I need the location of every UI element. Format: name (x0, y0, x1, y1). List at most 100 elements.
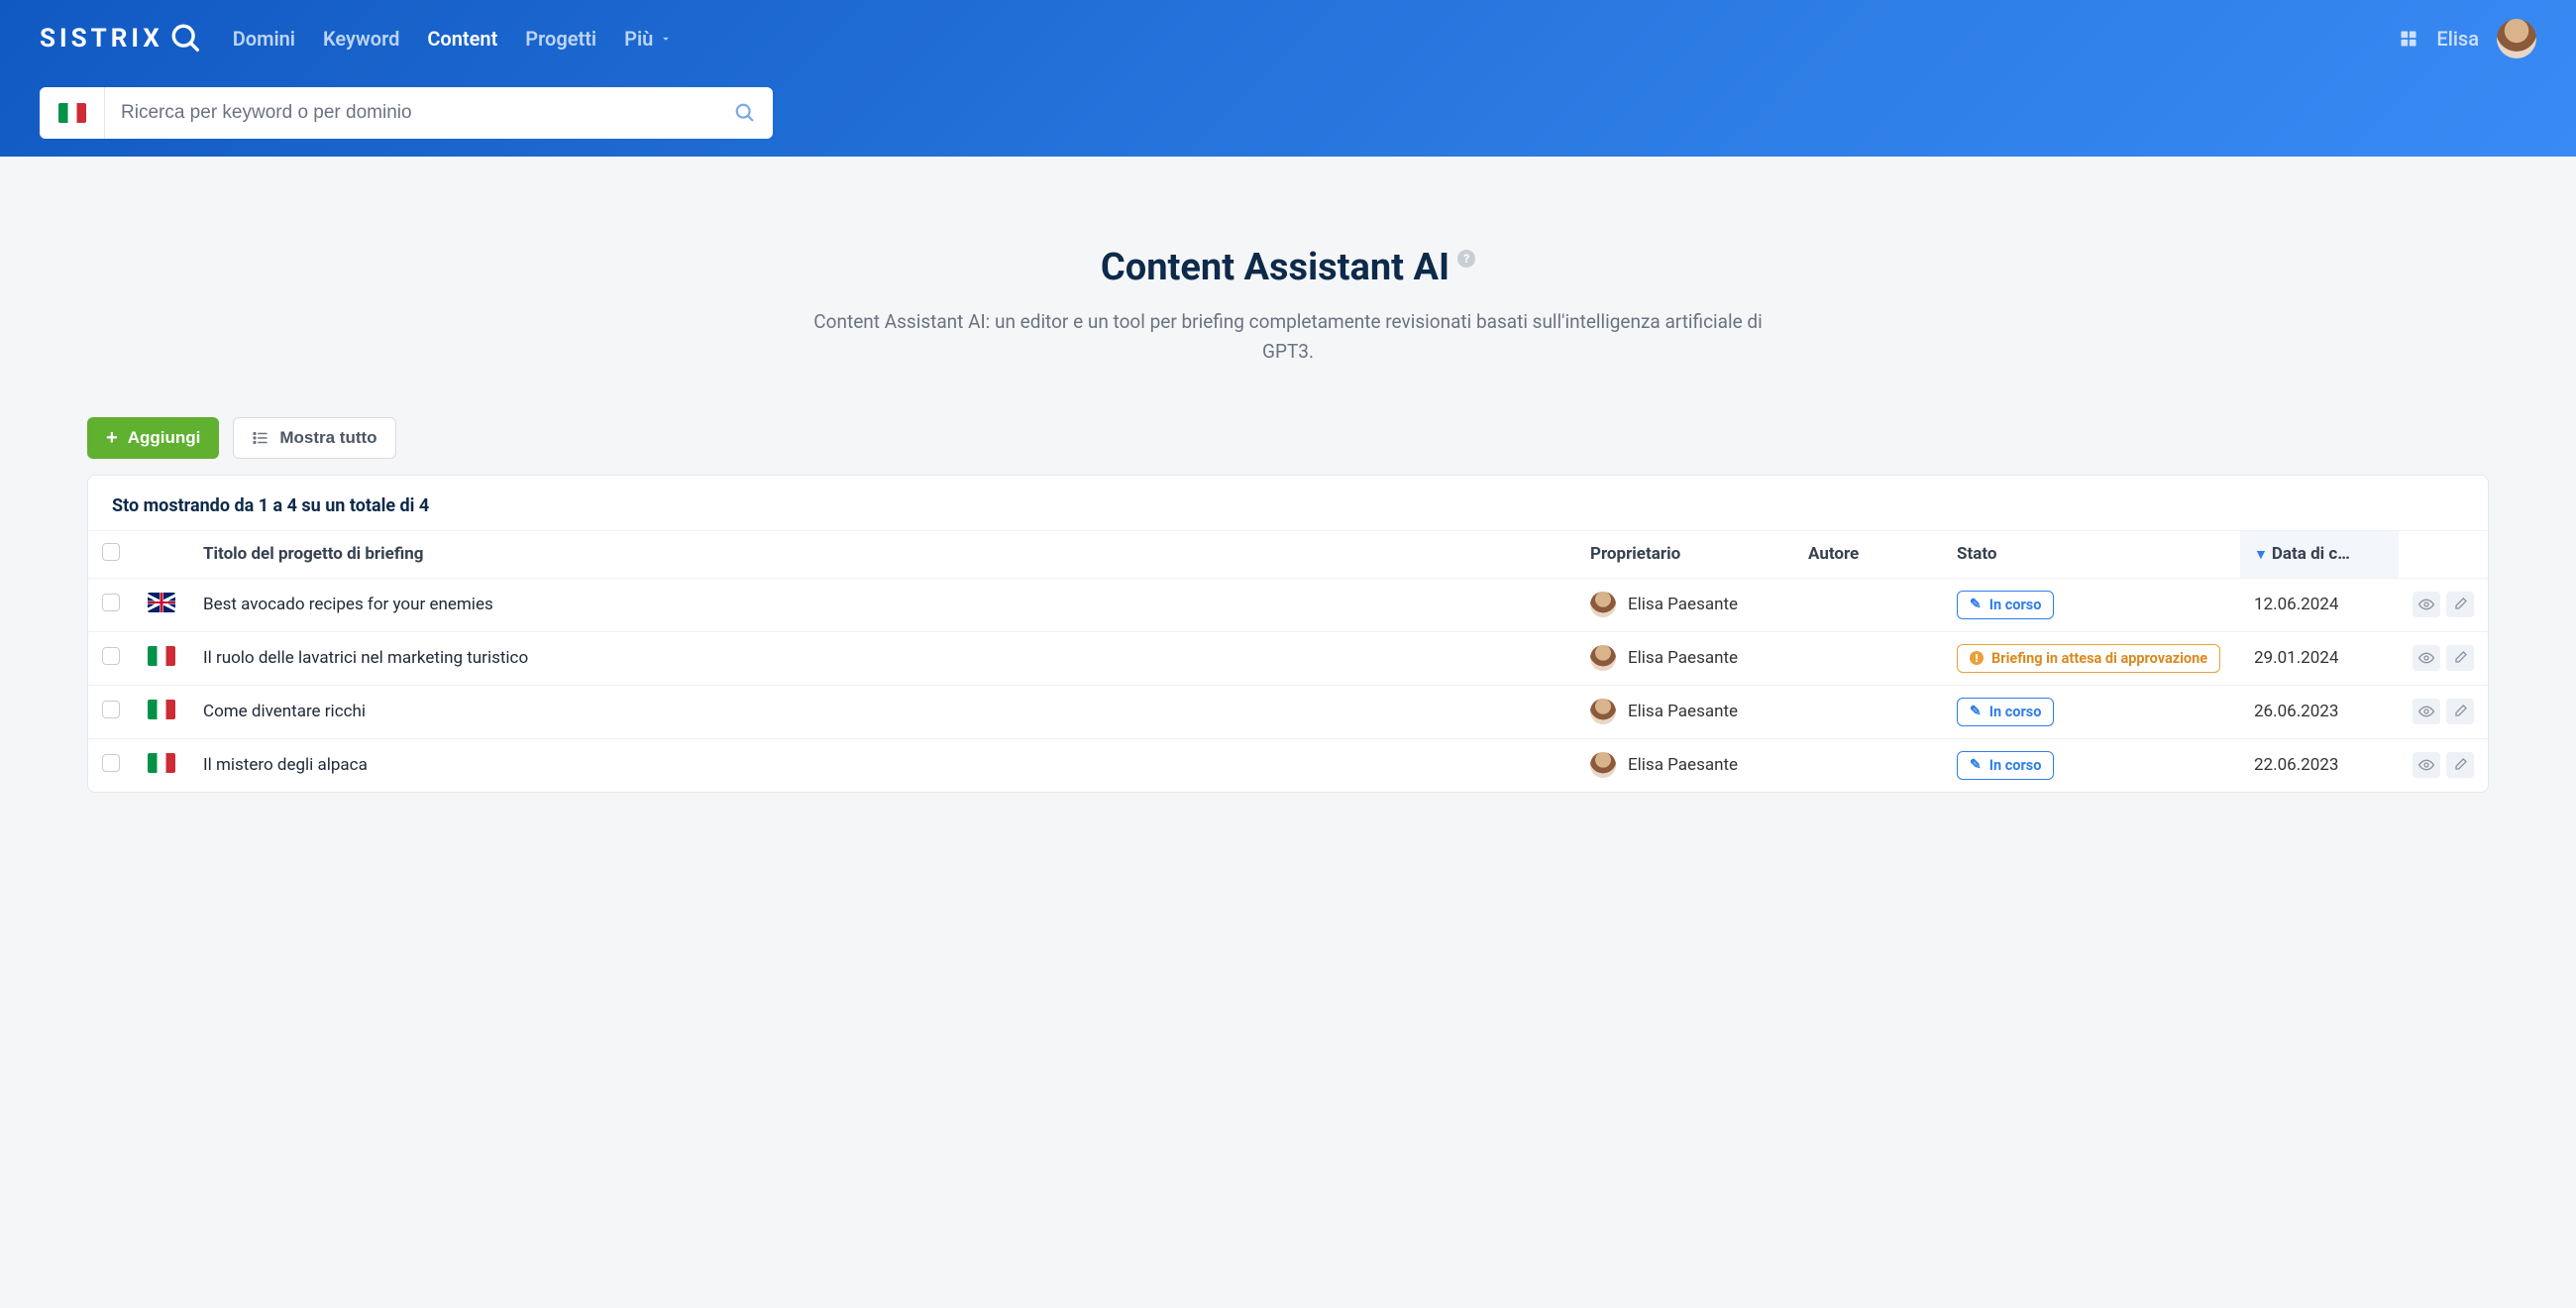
edit-button[interactable] (2446, 645, 2474, 671)
chevron-down-icon (659, 32, 673, 46)
edit-button[interactable] (2446, 752, 2474, 778)
owner-name: Elisa Paesante (1628, 648, 1738, 668)
col-author[interactable]: Autore (1794, 530, 1943, 578)
date-cell: 12.06.2024 (2240, 578, 2399, 631)
pencil-icon (2452, 597, 2468, 612)
apps-icon[interactable] (2399, 29, 2418, 49)
main-nav: Domini Keyword Content Progetti Più (233, 27, 674, 51)
pencil-icon (2452, 704, 2468, 719)
status-badge[interactable]: ✎In corso (1957, 591, 2054, 619)
show-all-button[interactable]: Mostra tutto (233, 417, 395, 459)
pencil-icon (2452, 650, 2468, 666)
brand-text: SISTRIX (40, 24, 163, 54)
view-button[interactable] (2413, 752, 2440, 778)
row-checkbox[interactable] (102, 701, 120, 718)
table-row: Il mistero degli alpaca Elisa Paesante ✎ In… (88, 738, 2488, 792)
owner-avatar (1590, 645, 1616, 671)
nav-progetti[interactable]: Progetti (525, 27, 596, 51)
flag-it-icon (58, 103, 86, 123)
table-summary: Sto mostrando da 1 a 4 su un totale di 4 (88, 476, 2488, 530)
col-date[interactable]: ▼Data di c… (2240, 530, 2399, 578)
pencil-icon: ✎ (1970, 757, 1982, 773)
username[interactable]: Elisa (2436, 27, 2479, 51)
avatar[interactable] (2497, 19, 2536, 58)
date-cell: 29.01.2024 (2240, 631, 2399, 685)
author-cell (1794, 738, 1943, 792)
add-button[interactable]: + Aggiungi (87, 417, 219, 459)
date-cell: 26.06.2023 (2240, 685, 2399, 738)
owner-name: Elisa Paesante (1628, 702, 1738, 721)
brand-logo[interactable]: SISTRIX (40, 22, 203, 55)
eye-icon (2418, 704, 2434, 719)
status-label: Briefing in attesa di approvazione (1991, 650, 2207, 667)
flag-it-icon (148, 646, 175, 666)
date-cell: 22.06.2023 (2240, 738, 2399, 792)
table-row: Il ruolo delle lavatrici nel marketing t… (88, 631, 2488, 685)
select-all-checkbox[interactable] (102, 543, 120, 561)
author-cell (1794, 631, 1943, 685)
country-select[interactable] (40, 87, 105, 139)
plus-icon: + (106, 428, 118, 448)
magnifier-icon (169, 22, 203, 55)
search-input[interactable] (105, 87, 717, 139)
author-cell (1794, 578, 1943, 631)
briefing-title-link[interactable]: Il ruolo delle lavatrici nel marketing t… (203, 648, 528, 668)
row-checkbox[interactable] (102, 647, 120, 665)
col-date-label: Data di c… (2272, 544, 2350, 564)
col-status[interactable]: Stato (1943, 530, 2240, 578)
edit-button[interactable] (2446, 592, 2474, 617)
search-button[interactable] (717, 87, 773, 139)
list-icon (252, 429, 269, 447)
warning-icon: ! (1970, 651, 1984, 665)
row-checkbox[interactable] (102, 754, 120, 772)
eye-icon (2418, 650, 2434, 666)
view-button[interactable] (2413, 699, 2440, 724)
table-row: Come diventare ricchi Elisa Paesante ✎In c… (88, 685, 2488, 738)
user-area: Elisa (2399, 19, 2536, 58)
author-cell (1794, 685, 1943, 738)
nav-content[interactable]: Content (427, 27, 497, 51)
briefings-table: Titolo del progetto di briefing Propriet… (88, 530, 2488, 792)
status-badge[interactable]: ✎ In corso (1957, 751, 2054, 780)
nav-more[interactable]: Più (624, 27, 673, 51)
briefing-title-link[interactable]: Come diventare ricchi (203, 702, 366, 721)
flag-it-icon (148, 753, 175, 773)
owner-name: Elisa Paesante (1628, 595, 1738, 614)
nav-domini[interactable]: Domini (233, 27, 295, 51)
show-all-label: Mostra tutto (279, 428, 376, 448)
col-title[interactable]: Titolo del progetto di briefing (189, 530, 1576, 578)
sort-desc-icon: ▼ (2254, 547, 2268, 563)
status-badge[interactable]: ! Briefing in attesa di approvazione (1957, 644, 2220, 673)
view-button[interactable] (2413, 645, 2440, 671)
owner-avatar (1590, 592, 1616, 617)
flag-gb-icon (148, 593, 175, 612)
help-icon[interactable]: ? (1457, 250, 1475, 268)
pencil-icon (2452, 757, 2468, 773)
flag-it-icon (148, 700, 175, 719)
status-label: In corso (1989, 757, 2042, 774)
hero: Content Assistant AI ? Content Assistant… (803, 246, 1773, 368)
owner-avatar (1590, 752, 1616, 778)
eye-icon (2418, 757, 2434, 773)
edit-button[interactable] (2446, 699, 2474, 724)
pencil-icon: ✎ (1970, 704, 1982, 719)
toolbar: + Aggiungi Mostra tutto (87, 417, 2536, 459)
searchbar (40, 87, 773, 139)
status-badge[interactable]: ✎In corso (1957, 698, 2054, 726)
main-content: Content Assistant AI ? Content Assistant… (0, 157, 2576, 832)
briefing-title-link[interactable]: Best avocado recipes for your enemies (203, 595, 493, 614)
search-icon (734, 102, 756, 124)
nav-more-label: Più (624, 27, 653, 51)
owner-avatar (1590, 699, 1616, 724)
briefing-title-link[interactable]: Il mistero degli alpaca (203, 755, 368, 775)
col-owner[interactable]: Proprietario (1576, 530, 1794, 578)
view-button[interactable] (2413, 592, 2440, 617)
topbar: SISTRIX Domini Keyword Content Progetti … (0, 0, 2576, 157)
eye-icon (2418, 597, 2434, 612)
nav-keyword[interactable]: Keyword (323, 27, 399, 51)
owner-name: Elisa Paesante (1628, 755, 1738, 775)
row-checkbox[interactable] (102, 594, 120, 611)
table-row: Best avocado recipes for your enemies Eli… (88, 578, 2488, 631)
status-label: In corso (1989, 597, 2042, 613)
page-title-text: Content Assistant AI (1101, 246, 1449, 289)
